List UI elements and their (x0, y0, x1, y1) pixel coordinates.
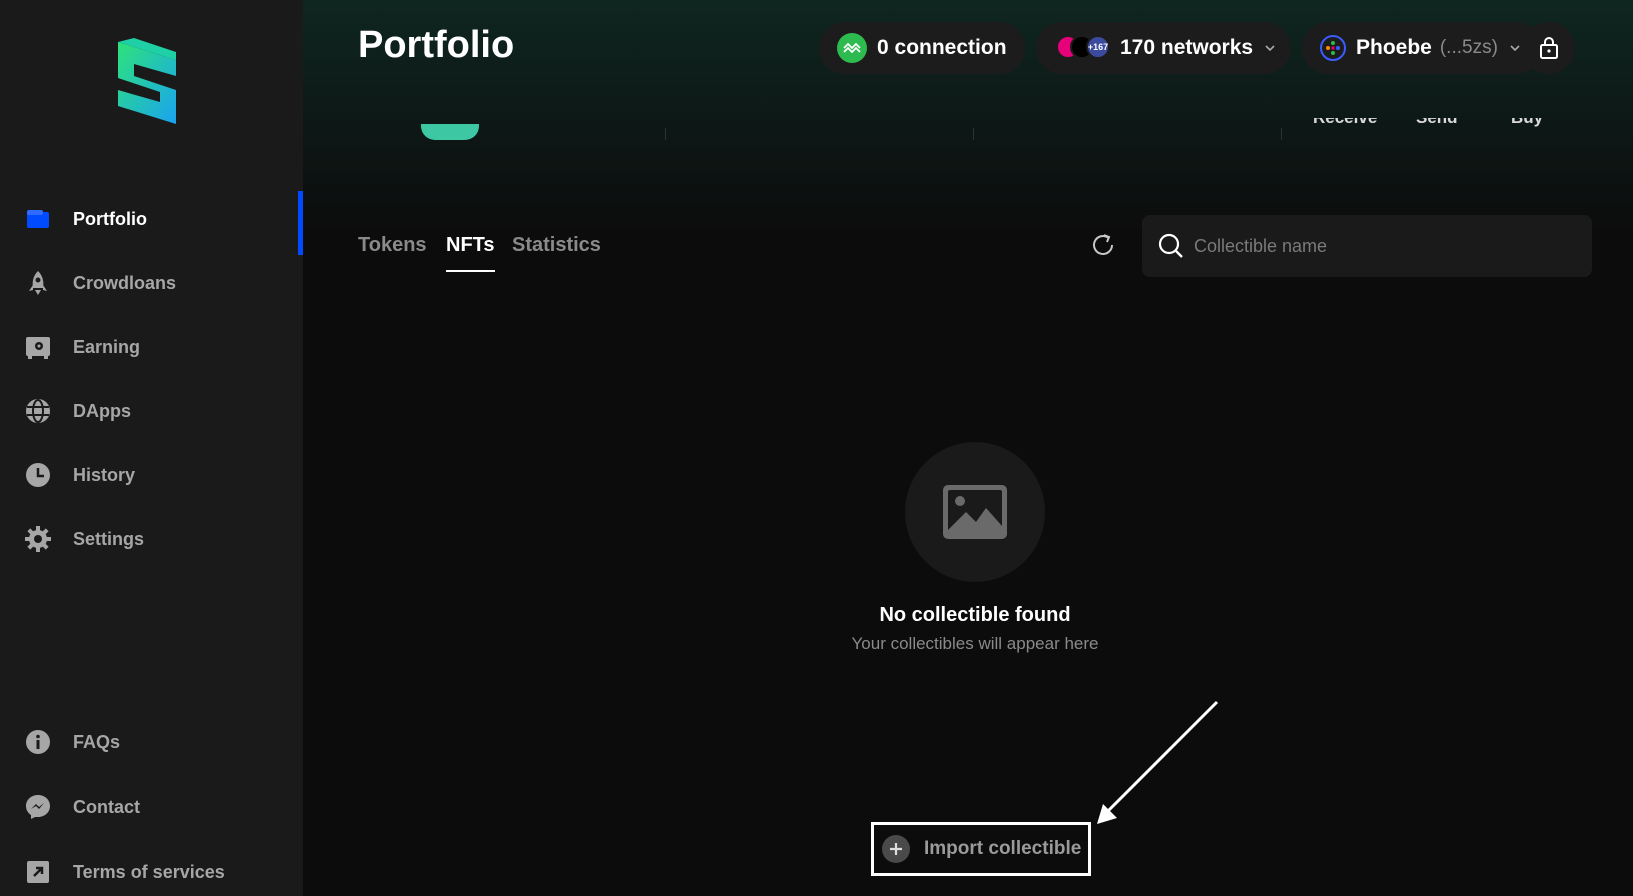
image-icon (943, 485, 1007, 539)
rocket-icon (25, 270, 51, 296)
external-link-icon (25, 859, 51, 885)
divider (1281, 128, 1282, 140)
page-title: Portfolio (358, 24, 515, 66)
search-icon (1158, 233, 1184, 259)
sidebar-item-settings[interactable]: Settings (0, 511, 303, 567)
subwallet-logo (114, 38, 180, 128)
messenger-icon (25, 794, 51, 820)
account-address: (...5zs) (1439, 37, 1498, 58)
sidebar-item-terms[interactable]: Terms of services (0, 844, 303, 896)
sidebar-item-label: Earning (73, 336, 141, 357)
connection-button[interactable]: 0 connection (819, 22, 1025, 74)
sidebar-item-label: Terms of services (73, 861, 225, 882)
globe-icon (25, 398, 51, 424)
receive-button[interactable]: Receive (1313, 118, 1377, 140)
reload-button[interactable] (1088, 230, 1118, 260)
tab-active-indicator (446, 270, 495, 272)
sidebar-item-history[interactable]: History (0, 447, 303, 503)
connection-label: 0 connection (877, 36, 1007, 59)
send-button[interactable]: Send (1416, 118, 1458, 140)
account-selector[interactable]: Phoebe (...5zs) (1302, 22, 1542, 74)
gear-icon (25, 526, 51, 552)
tab-tokens[interactable]: Tokens (358, 234, 427, 257)
sidebar-item-crowdloans[interactable]: Crowdloans (0, 255, 303, 311)
sidebar-item-label: FAQs (73, 731, 121, 752)
tab-statistics[interactable]: Statistics (512, 234, 601, 257)
wallet-icon (25, 206, 51, 232)
sidebar-item-label: Crowdloans (73, 272, 177, 293)
sidebar-item-label: Contact (73, 796, 140, 817)
sidebar-item-label: History (73, 464, 136, 485)
shopping-bag-button[interactable] (1523, 22, 1575, 74)
empty-state-title: No collectible found (879, 604, 1071, 626)
reload-icon (1093, 234, 1113, 255)
tab-nfts[interactable]: NFTs (446, 234, 495, 272)
network-selector[interactable]: +167 170 networks (1036, 22, 1291, 74)
main-content: Portfolio 0 connection +167 170 networks… (303, 0, 1633, 896)
sidebar-item-label: Portfolio (73, 208, 147, 229)
sidebar-item-faqs[interactable]: FAQs (0, 714, 303, 770)
divider (973, 128, 974, 140)
empty-state-subtitle: Your collectibles will appear here (851, 634, 1099, 653)
sidebar-item-label: Settings (73, 528, 145, 549)
safe-icon (25, 334, 51, 360)
account-avatar (1320, 35, 1346, 61)
search-input[interactable] (1194, 215, 1574, 277)
balance-indicator (421, 124, 479, 140)
sidebar-item-earning[interactable]: Earning (0, 319, 303, 375)
tab-label: NFTs (446, 234, 495, 256)
info-icon (25, 729, 51, 755)
lock-bag-icon (1540, 37, 1558, 59)
networks-label: 170 networks (1120, 36, 1254, 59)
chevron-down-icon (1265, 45, 1275, 52)
import-collectible-label: Import collectible (924, 838, 1082, 859)
sidebar: Portfolio Crowdloans Earning DApps Histo… (0, 0, 303, 896)
account-name: Phoebe (1356, 36, 1432, 59)
plus-icon (882, 835, 910, 863)
network-icons: +167 (1056, 35, 1112, 61)
buy-button[interactable]: Buy (1511, 118, 1543, 140)
import-collectible-button[interactable]: Import collectible (871, 822, 1091, 876)
connection-status-icon (837, 33, 867, 63)
clock-icon (25, 462, 51, 488)
sidebar-item-contact[interactable]: Contact (0, 779, 303, 835)
sidebar-item-portfolio[interactable]: Portfolio (0, 191, 303, 255)
network-count-badge: +167 (1086, 35, 1110, 59)
sidebar-item-dapps[interactable]: DApps (0, 383, 303, 439)
chevron-down-icon (1510, 45, 1520, 52)
search-box (1142, 215, 1592, 277)
sidebar-item-label: DApps (73, 400, 131, 421)
empty-state-illustration (905, 442, 1045, 582)
divider (665, 128, 666, 140)
annotation-arrow (1097, 700, 1219, 824)
